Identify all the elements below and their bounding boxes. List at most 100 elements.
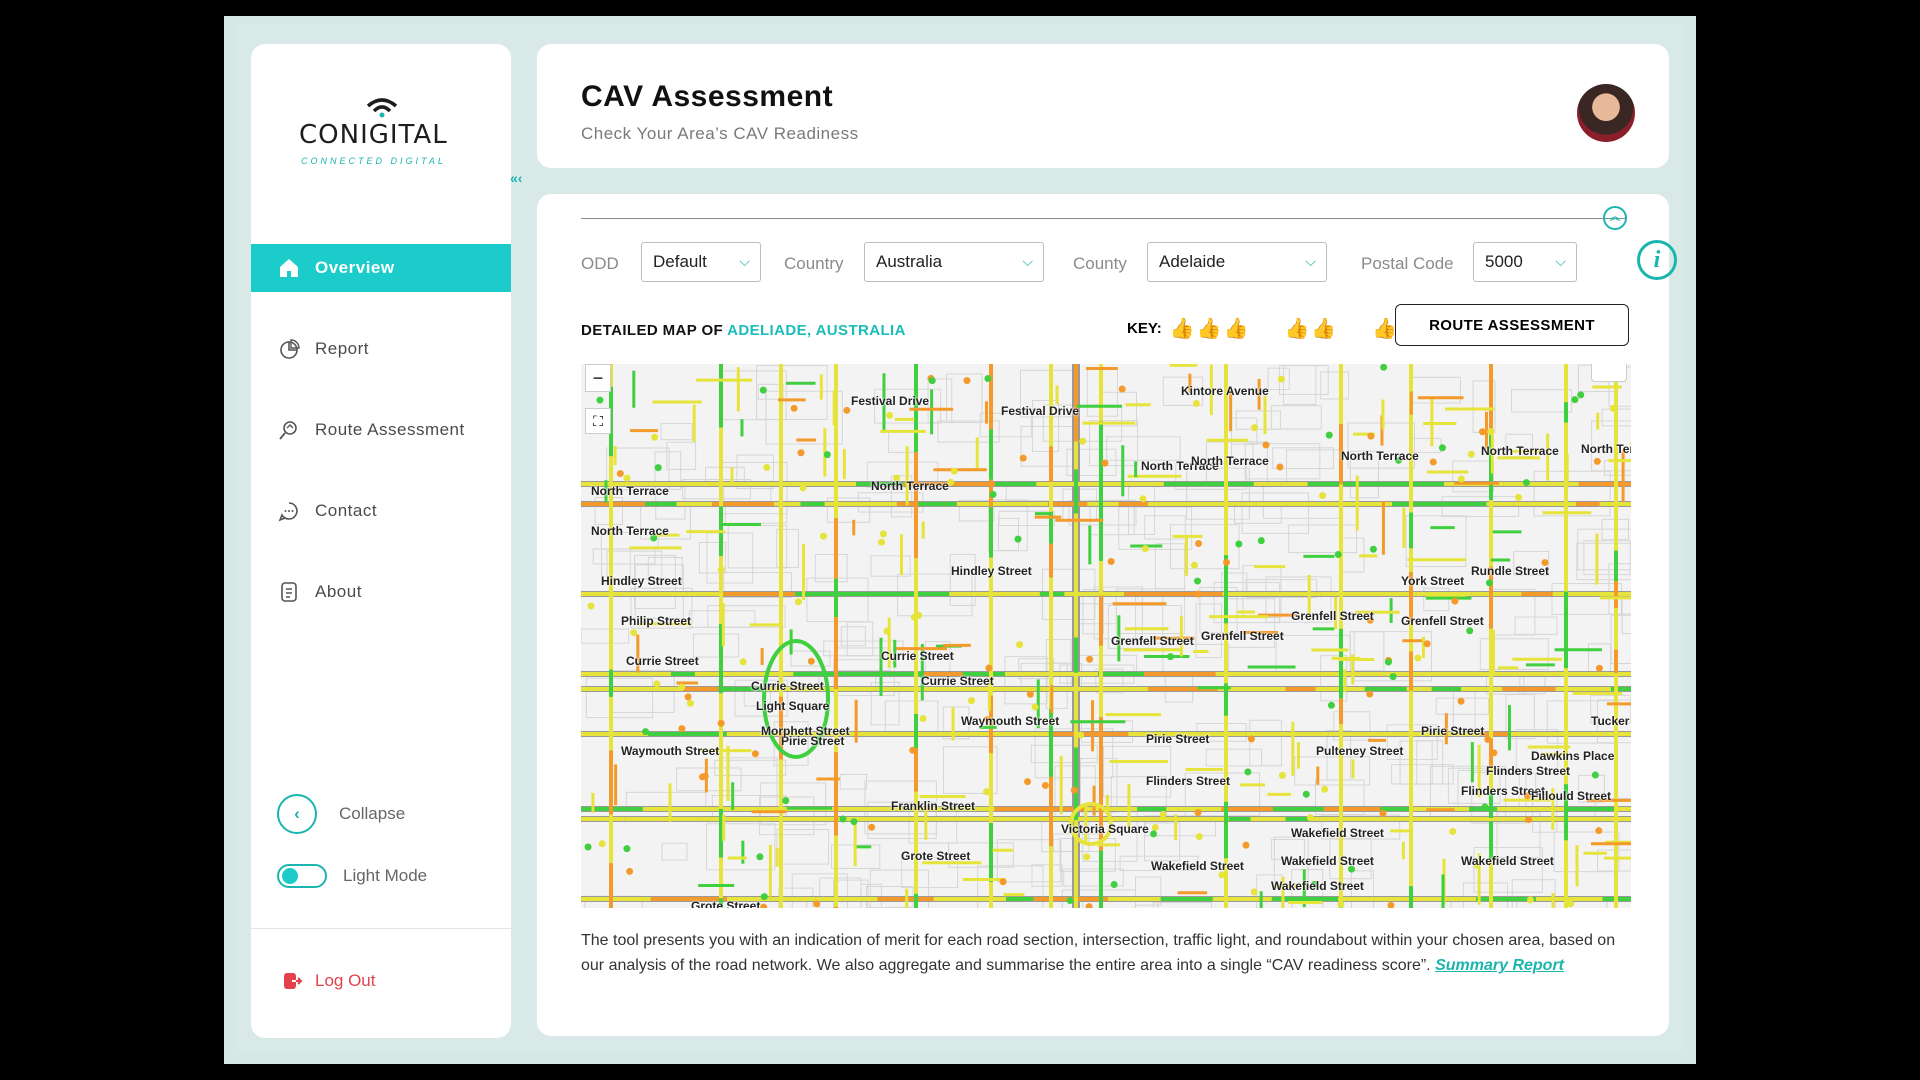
intersection-marker — [1379, 809, 1387, 817]
intersection-marker — [782, 797, 790, 805]
divider-line — [581, 218, 1625, 219]
intersection-marker — [928, 377, 936, 385]
intersection-marker — [1595, 664, 1603, 672]
intersection-marker — [1466, 627, 1474, 635]
zoom-out-button[interactable]: − — [585, 364, 611, 392]
double-chevron-left-icon: «‹ — [510, 170, 523, 186]
intersection-marker — [1194, 809, 1202, 817]
county-select[interactable]: Adelaide ⌵ — [1147, 242, 1327, 282]
street-label: Pirie Street — [1421, 724, 1485, 738]
intersection-marker — [883, 627, 891, 635]
layers-button[interactable] — [1591, 364, 1627, 382]
intersection-marker — [1467, 450, 1475, 458]
sidebar-item-route-assessment[interactable]: Route Assessment — [251, 406, 511, 454]
logout-button[interactable]: Log Out — [281, 970, 376, 992]
intersection-marker — [968, 697, 976, 705]
sidebar-item-label: About — [315, 582, 362, 601]
intersection-marker — [584, 843, 592, 851]
intersection-marker — [850, 818, 858, 826]
chevron-down-icon: ⌵ — [1555, 253, 1566, 269]
intersection-marker — [1086, 655, 1094, 663]
intersection-marker — [1250, 888, 1258, 896]
street-label: Grote Street — [691, 899, 761, 908]
street-label: Dawkins Place — [1531, 749, 1615, 763]
fullscreen-button[interactable]: ⛶ — [585, 408, 611, 434]
intersection-marker — [1369, 545, 1377, 553]
intersection-marker — [1319, 492, 1327, 500]
thumbs-up-icon: 👍 — [1223, 318, 1249, 340]
intersection-marker — [1525, 816, 1533, 824]
street-label: Festival Drive — [1001, 404, 1080, 418]
country-label: Country — [784, 254, 844, 273]
intersection-marker — [1079, 437, 1087, 445]
intersection-marker — [626, 867, 634, 875]
intersection-marker — [839, 815, 847, 823]
intersection-marker — [813, 900, 821, 908]
sidebar-item-report[interactable]: Report — [251, 325, 511, 373]
intersection-marker — [678, 725, 686, 733]
intersection-marker — [651, 433, 659, 441]
street-label: Wakefield Street — [1281, 854, 1374, 868]
intersection-marker — [1247, 735, 1255, 743]
street-label: Festival Drive — [851, 394, 930, 408]
intersection-marker — [1244, 768, 1252, 776]
sidebar-item-contact[interactable]: Contact — [251, 487, 511, 535]
intersection-marker — [1337, 900, 1345, 908]
collapse-button[interactable]: ‹ Collapse — [277, 794, 405, 834]
logo-tagline: CONNECTED DIGITAL — [301, 156, 446, 166]
postal-code-select[interactable]: 5000 ⌵ — [1473, 242, 1577, 282]
street-label: Waymouth Street — [961, 714, 1060, 728]
intersection-marker — [1423, 640, 1431, 648]
summary-report-link[interactable]: Summary Report — [1435, 957, 1564, 974]
postal-code-value: 5000 — [1485, 252, 1523, 271]
street-label: Rundle Street — [1471, 564, 1550, 578]
intersection-marker — [653, 680, 661, 688]
chevron-down-icon: ⌵ — [1305, 253, 1316, 269]
intersection-marker — [1451, 597, 1459, 605]
logo-text: CONIGITAL — [299, 120, 448, 150]
intersection-marker — [1235, 540, 1243, 548]
intersection-marker — [1325, 431, 1333, 439]
intersection-marker — [820, 532, 828, 540]
route-assessment-button[interactable]: ROUTE ASSESSMENT — [1395, 304, 1629, 346]
pie-chart-icon — [277, 337, 301, 361]
sidebar-collapse-tab[interactable]: «‹ — [510, 170, 536, 192]
intersection-marker — [760, 893, 768, 901]
postal-code-label: Postal Code — [1361, 254, 1454, 273]
street-label: Light Square — [756, 699, 830, 713]
intersection-marker — [909, 746, 917, 754]
intersection-marker — [686, 699, 694, 707]
sidebar-item-about[interactable]: About — [251, 568, 511, 616]
intersection-marker — [756, 853, 764, 861]
page-header: CAV Assessment Check Your Area’s CAV Rea… — [537, 44, 1669, 168]
street-label: Wakefield Street — [1461, 854, 1554, 868]
map-canvas[interactable]: − ⛶ Festival Drive Festival Drive Kintore … — [581, 364, 1631, 908]
county-value: Adelaide — [1159, 252, 1226, 271]
intersection-marker — [1016, 641, 1024, 649]
street-label: Pulteney Street — [1316, 744, 1404, 758]
avatar[interactable] — [1577, 84, 1635, 142]
intersection-marker — [1566, 900, 1574, 908]
sidebar-divider — [251, 928, 511, 929]
scroll-up-button[interactable]: ︽ — [1603, 206, 1627, 230]
street-label: Morphett Street — [761, 724, 850, 738]
odd-select[interactable]: Default ⌵ — [641, 242, 761, 282]
thumbs-up-icon: 👍 — [1284, 318, 1310, 340]
intersection-marker — [739, 658, 747, 666]
info-icon[interactable]: i — [1637, 240, 1677, 280]
sidebar-item-label: Overview — [315, 258, 395, 277]
sidebar-item-overview[interactable]: Overview — [251, 244, 511, 292]
description-text: The tool presents you with an indication… — [581, 928, 1641, 978]
intersection-marker — [1429, 458, 1437, 466]
page-title: CAV Assessment — [581, 80, 834, 113]
street-label: Fillould Street — [1531, 789, 1612, 803]
intersection-marker — [1024, 778, 1032, 786]
intersection-marker — [1159, 810, 1167, 818]
thumbs-up-icon: 👍 — [1169, 318, 1195, 340]
light-mode-toggle[interactable] — [277, 864, 327, 888]
intersection-marker — [1478, 428, 1486, 436]
document-icon — [277, 580, 301, 604]
street-label: Grenfell Street — [1401, 614, 1484, 628]
street-label: Pirie Street — [1146, 732, 1210, 746]
country-select[interactable]: Australia ⌵ — [864, 242, 1044, 282]
